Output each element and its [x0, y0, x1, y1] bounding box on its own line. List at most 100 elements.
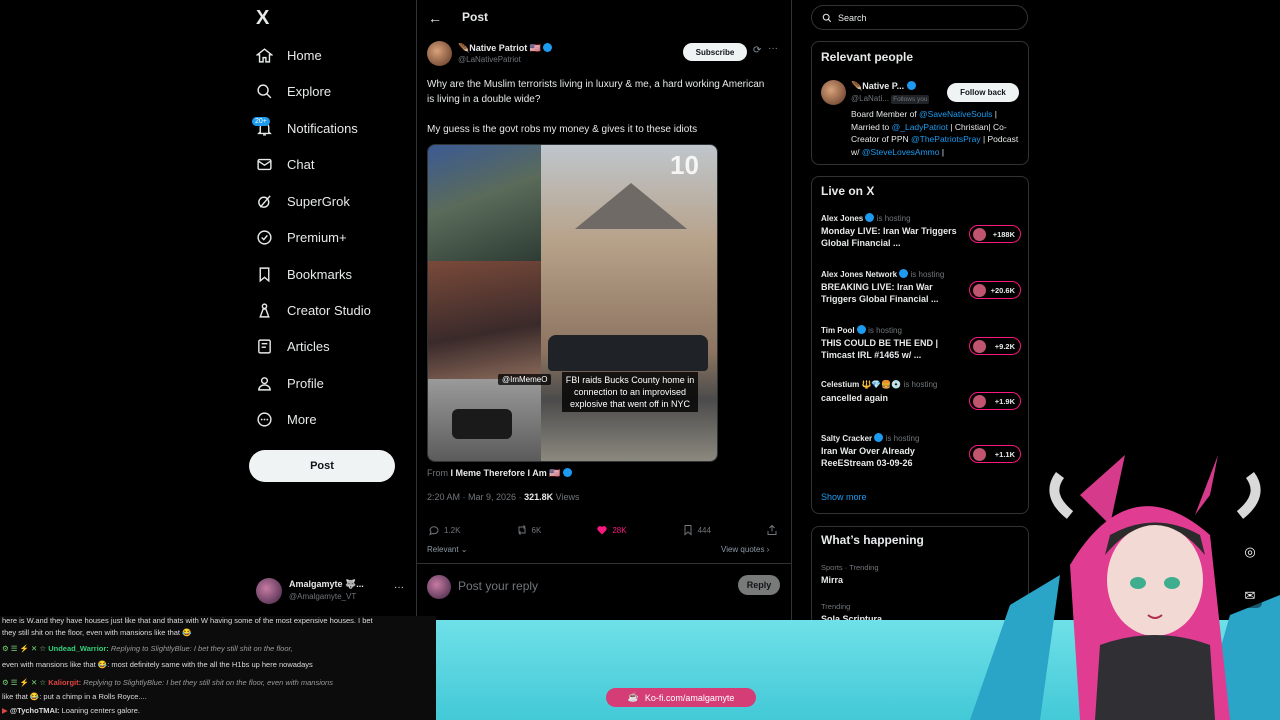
reply-action[interactable]: 1.2K — [428, 524, 460, 536]
bio-link-2[interactable]: @_LadyPatriot — [892, 122, 948, 132]
bookmark-icon — [684, 525, 692, 536]
reply-icon — [429, 526, 439, 536]
from-name: I Meme Therefore I Am 🇺🇸 — [450, 468, 561, 478]
account-switcher[interactable]: Amalgamyte 🐺... @Amalgamyte_VT ··· — [256, 578, 406, 606]
live-item[interactable]: Alex Jones Network is hosting BREAKING L… — [821, 269, 1021, 305]
chat-username: Kaliorgit: — [48, 678, 82, 687]
like-count: 28K — [612, 525, 627, 535]
live-listener-count: +9.2K — [969, 337, 1021, 355]
reply-avatar — [427, 575, 451, 599]
vtuber-avatar-image — [970, 455, 1280, 720]
whats-happening-title: What’s happening — [821, 533, 924, 547]
chat-message: ▶ @TychoTMAI: Loaning centers galore. — [2, 706, 141, 715]
author-name[interactable]: 🪶Native Patriot 🇺🇸 — [458, 43, 553, 54]
chat-message: here is W.and they have houses just like… — [2, 616, 373, 625]
notification-badge: 20+ — [252, 117, 270, 126]
author-avatar[interactable] — [427, 41, 452, 66]
post-actions: 1.2K 6K 28K 444 — [428, 522, 778, 538]
author-handle[interactable]: @LaNativePatriot — [458, 55, 521, 64]
post-more-icon[interactable]: ··· — [768, 43, 778, 54]
host-avatar — [973, 228, 986, 241]
media-caption: FBI raids Bucks County home in connectio… — [562, 372, 698, 412]
nav-more[interactable]: More — [256, 405, 317, 433]
x-logo-icon[interactable]: X — [256, 8, 276, 28]
live-host-name: Alex Jones — [821, 214, 864, 223]
post-button[interactable]: Post — [249, 450, 395, 482]
host-avatar — [973, 340, 986, 353]
premium-icon — [257, 229, 272, 245]
person-handle[interactable]: @LaNati... Follows you — [851, 94, 930, 104]
show-more-link[interactable]: Show more — [821, 492, 867, 502]
live-hosting-label: is hosting — [910, 270, 945, 279]
subscribe-button[interactable]: Subscribe — [683, 43, 747, 61]
profile-icon — [258, 376, 271, 391]
nav-explore[interactable]: Explore — [256, 77, 331, 105]
chat-username: @TychoTMAI: — [9, 706, 60, 715]
live-listener-count: +20.6K — [969, 281, 1021, 299]
live-host-name: Salty Cracker — [821, 434, 873, 443]
share-action[interactable] — [766, 524, 778, 536]
back-arrow-icon[interactable]: ← — [428, 10, 442, 26]
verified-badge-icon — [543, 43, 553, 52]
media-car — [548, 335, 708, 371]
view-quotes-link[interactable]: View quotes › — [721, 545, 769, 554]
post-timestamp[interactable]: 2:20 AM · Mar 9, 2026 · — [427, 492, 522, 502]
nav-chat-label: Chat — [287, 156, 315, 172]
media-watermark-tag: @ImMemeO — [498, 374, 552, 385]
nav-notifications-label: Notifications — [287, 120, 358, 136]
stream-chat: here is W.and they have houses just like… — [0, 616, 436, 720]
like-action[interactable]: 28K — [596, 524, 627, 536]
reply-sort-dropdown[interactable]: Relevant ⌄ — [427, 545, 468, 554]
nav-more-label: More — [287, 411, 317, 427]
post-media-image[interactable] — [427, 144, 718, 462]
live-host-name: Alex Jones Network — [821, 270, 898, 279]
nav-supergrok[interactable]: SuperGrok — [256, 187, 350, 215]
person-name[interactable]: 🪶Native P... — [851, 81, 916, 92]
nav-home-label: Home — [287, 47, 322, 63]
live-item[interactable]: Tim Pool is hosting THIS COULD BE THE EN… — [821, 325, 1021, 361]
media-channel-logo: 10 — [670, 150, 699, 180]
articles-icon — [258, 338, 271, 354]
nav-chat[interactable]: Chat — [256, 150, 314, 178]
person-avatar[interactable] — [821, 80, 846, 105]
grok-icon — [258, 194, 271, 208]
live-title-text: Iran War Over Already ReeEStream 03-09-2… — [821, 446, 915, 468]
live-host-name: Tim Pool — [821, 326, 855, 335]
chat-message: ⚙ ☰ ⚡ ✕ ☆ Undead_Warrior: Replying to Sl… — [2, 644, 293, 653]
nav-notifications[interactable]: Notifications — [256, 114, 358, 142]
live-item[interactable]: Alex Jones is hosting Monday LIVE: Iran … — [821, 213, 1021, 249]
live-hosting-label: is hosting — [868, 326, 902, 335]
bio-link-3[interactable]: @ThePatriotsPray — [911, 134, 981, 144]
trend-name[interactable]: Mirra — [821, 575, 843, 585]
chat-message: ⚙ ☰ ⚡ ✕ ☆ Kaliorgit: Replying to Slightl… — [2, 678, 333, 687]
account-handle: @Amalgamyte_VT — [289, 592, 357, 601]
follow-back-button[interactable]: Follow back — [947, 83, 1019, 102]
nav-home[interactable]: Home — [256, 41, 322, 69]
nav-bookmarks[interactable]: Bookmarks — [256, 260, 352, 288]
search-placeholder: Search — [838, 12, 867, 23]
verified-badge-icon — [906, 81, 916, 90]
nav-articles[interactable]: Articles — [256, 332, 330, 360]
bookmark-action[interactable]: 444 — [682, 524, 711, 536]
reply-input[interactable] — [458, 578, 718, 594]
nav-creator-studio[interactable]: Creator Studio — [256, 296, 371, 324]
live-title-text: THIS COULD BE THE END | Timcast IRL #146… — [821, 338, 939, 360]
nav-articles-label: Articles — [287, 338, 330, 354]
bookmark-count: 444 — [697, 525, 711, 535]
bio-link-4[interactable]: @SteveLovesAmmo — [862, 147, 940, 157]
search-input[interactable]: Search — [811, 5, 1028, 30]
chat-message: even with mansions like that 😂: most def… — [2, 660, 313, 669]
from-attribution[interactable]: From I Meme Therefore I Am 🇺🇸 — [427, 468, 572, 479]
nav-premium-label: Premium+ — [287, 229, 347, 245]
account-more-icon: ··· — [394, 582, 404, 593]
kofi-banner[interactable]: ☕ Ko-fi.com/amalgamyte — [606, 688, 756, 707]
repost-action[interactable]: 6K — [516, 524, 541, 536]
bio-link-1[interactable]: @SaveNativeSouls — [919, 109, 992, 119]
nav-profile[interactable]: Profile — [256, 369, 324, 397]
reply-button[interactable]: Reply — [738, 575, 780, 595]
grok-explain-icon[interactable]: ⟳ — [753, 45, 761, 56]
nav-premium[interactable]: Premium+ — [256, 223, 347, 251]
nav-explore-label: Explore — [287, 83, 332, 99]
live-item[interactable]: Celestium 🔱💎🍔💿 is hosting cancelled agai… — [821, 380, 1021, 410]
nav-bookmarks-label: Bookmarks — [287, 266, 353, 282]
